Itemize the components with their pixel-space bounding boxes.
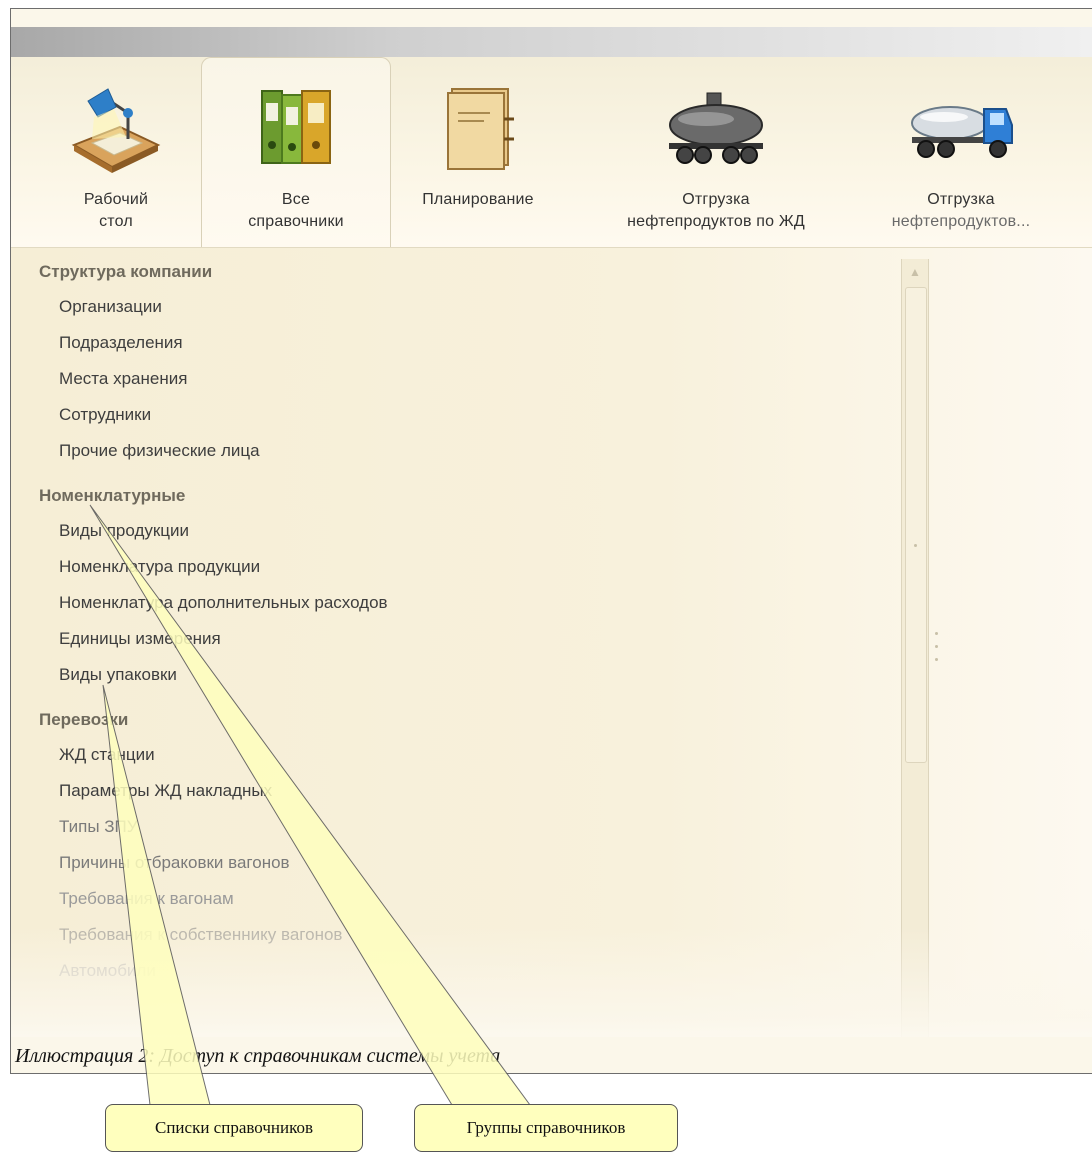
lists-callout: Списки справочников	[105, 1104, 363, 1152]
callout-pointers	[89, 504, 531, 1106]
groups-callout: Группы справочников	[414, 1104, 678, 1152]
lists-callout-pointer	[102, 684, 211, 1106]
